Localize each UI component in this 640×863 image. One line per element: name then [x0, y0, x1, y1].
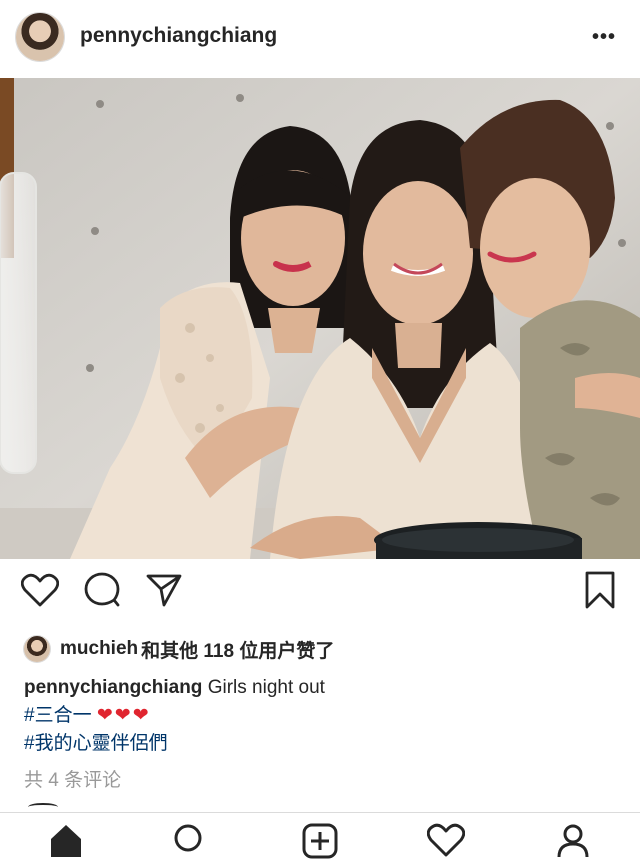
profile-icon[interactable]: [553, 823, 593, 863]
comment-icon[interactable]: [82, 570, 122, 610]
heart-icon[interactable]: [20, 570, 60, 610]
post-photo[interactable]: [0, 78, 640, 559]
author-username[interactable]: pennychiangchiang: [80, 24, 277, 48]
bookmark-icon[interactable]: [580, 570, 620, 610]
activity-icon[interactable]: [426, 823, 466, 863]
more-options-icon[interactable]: •••: [592, 26, 616, 49]
new-post-icon[interactable]: [300, 823, 340, 863]
caption-hashtag-line: #我的心靈伴侶們: [24, 730, 624, 758]
caption-line: pennychiangchiang Girls night out: [24, 674, 624, 702]
home-icon[interactable]: [46, 823, 86, 863]
bottom-tab-bar: [0, 812, 640, 859]
hashtag-link[interactable]: #三合一: [24, 705, 92, 726]
liker-username[interactable]: muchieh: [60, 638, 138, 660]
next-post-avatar-edge: [28, 803, 58, 811]
post-header: pennychiangchiang •••: [0, 0, 640, 78]
heart-emojis: ❤❤❤: [96, 705, 151, 726]
hashtag-link[interactable]: #我的心靈伴侶們: [24, 733, 168, 754]
action-bar: [0, 570, 640, 620]
send-icon[interactable]: [144, 570, 184, 610]
caption-hashtag-line: #三合一 ❤❤❤: [24, 702, 624, 730]
post-caption: pennychiangchiang Girls night out #三合一 ❤…: [24, 674, 624, 758]
view-comments-link[interactable]: 共 4 条评论: [24, 765, 121, 792]
author-avatar[interactable]: [16, 13, 64, 61]
likes-count-text[interactable]: 和其他 118 位用户赞了: [141, 636, 334, 663]
caption-username[interactable]: pennychiangchiang: [24, 677, 202, 698]
likes-summary: muchieh 和其他 118 位用户赞了: [24, 634, 334, 664]
post-photo-image: [0, 78, 640, 559]
search-icon[interactable]: [170, 823, 210, 863]
liker-avatar[interactable]: [24, 636, 50, 662]
caption-text: Girls night out: [207, 677, 325, 698]
